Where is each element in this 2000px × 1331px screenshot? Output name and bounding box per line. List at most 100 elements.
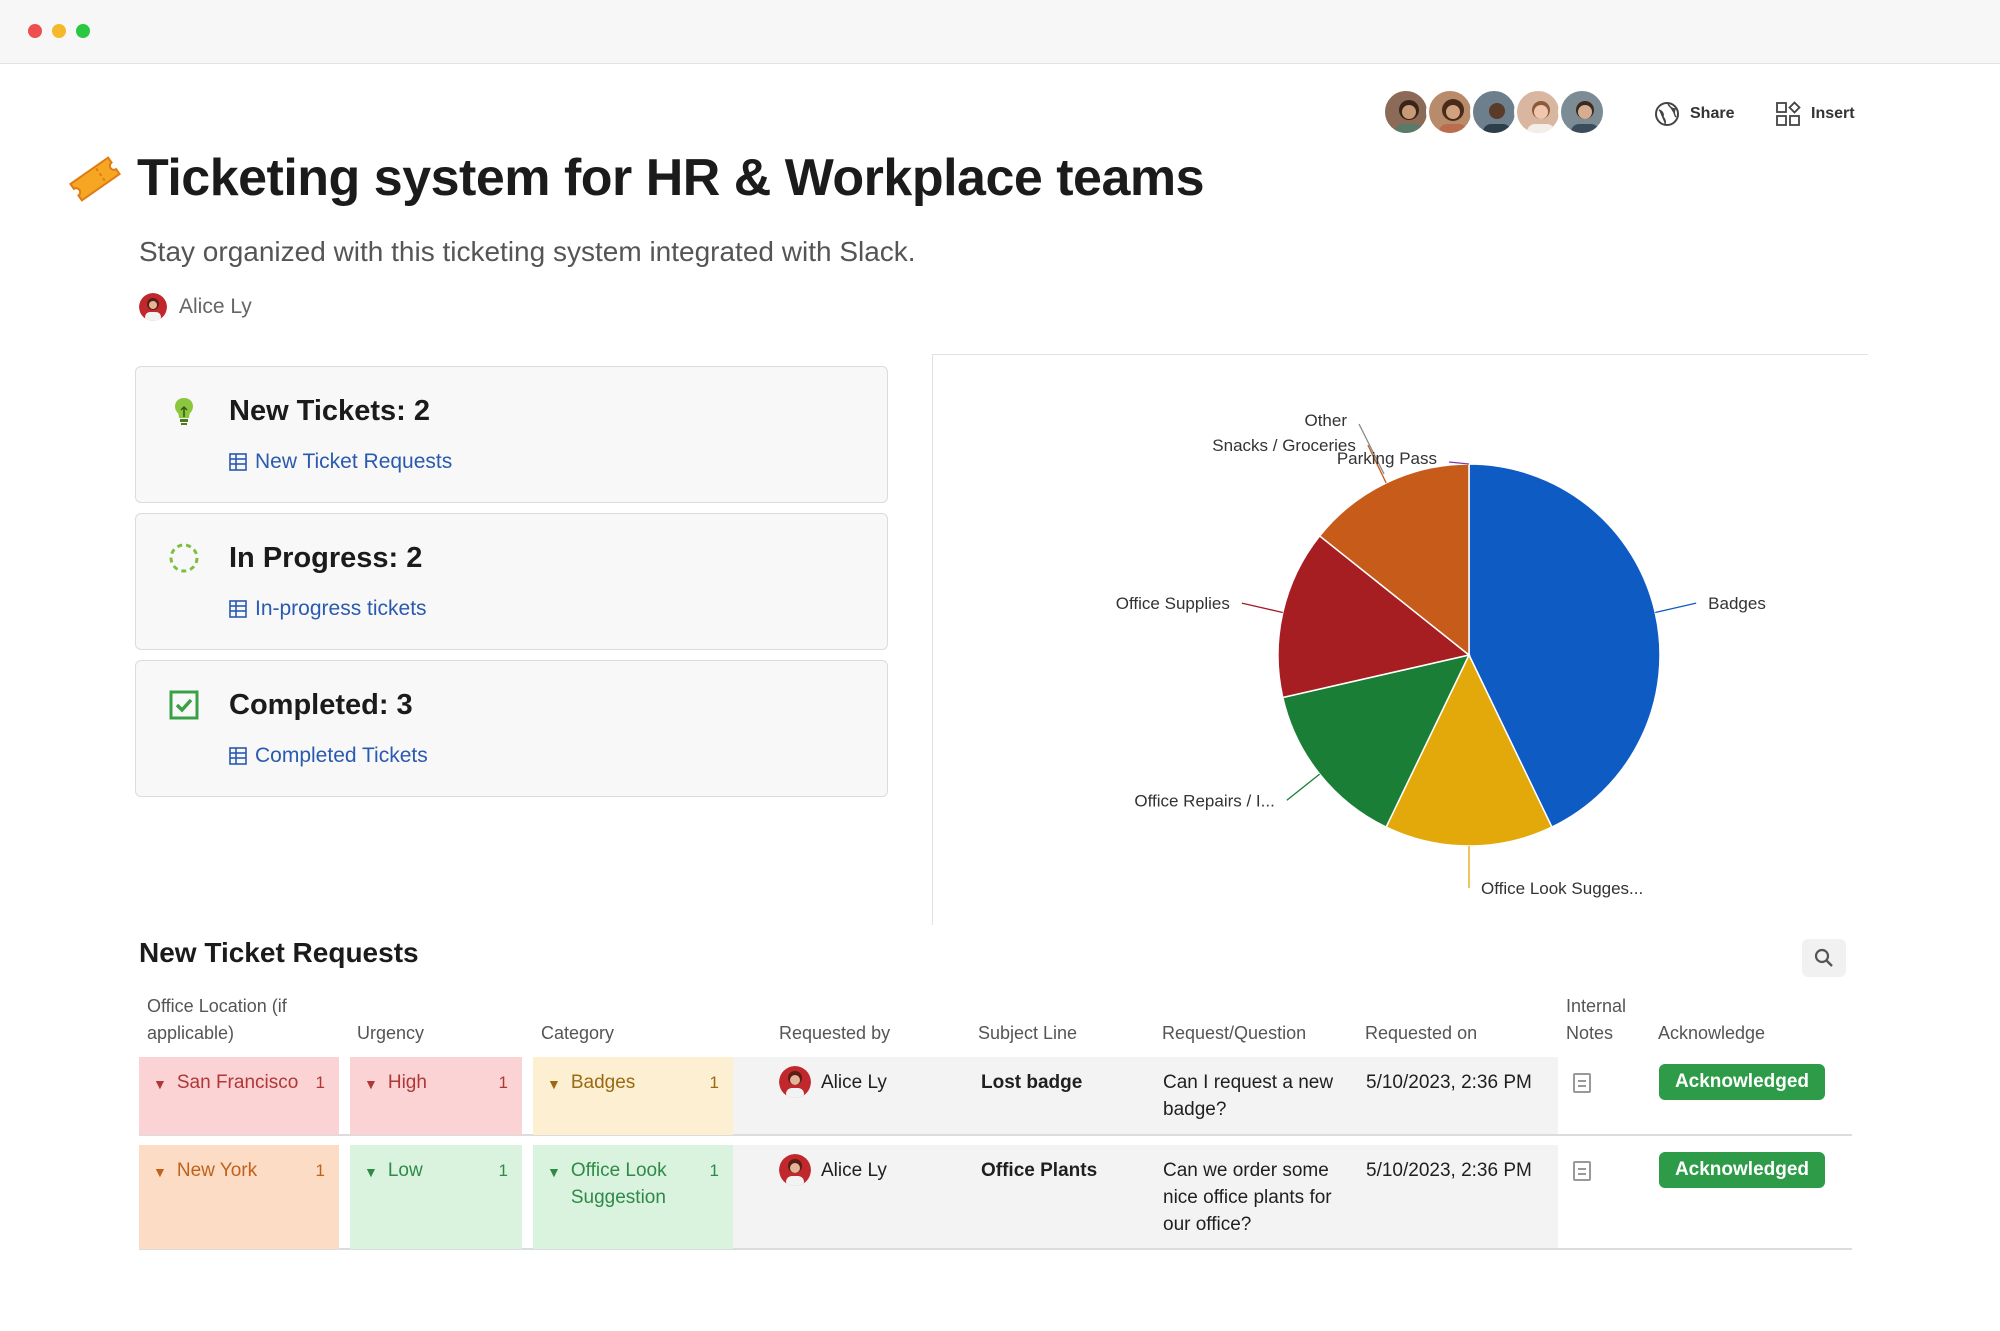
category-count: 1 (709, 1073, 719, 1092)
checkbox-checked-icon (169, 690, 199, 720)
urgency-select-cell[interactable]: ▼ Low 1 (350, 1145, 522, 1249)
subject-cell[interactable]: Office Plants (965, 1145, 1145, 1184)
requested-on-cell: 5/10/2023, 2:36 PM (1366, 1072, 1532, 1093)
table-search-button[interactable] (1802, 939, 1846, 977)
author-avatar (139, 293, 167, 321)
pie-leader-line (1286, 773, 1321, 801)
in-progress-tickets-link[interactable]: In-progress tickets (229, 597, 427, 621)
pie-label: Parking Pass (1337, 449, 1437, 468)
avatar[interactable] (1470, 88, 1518, 136)
in-progress-card: In Progress: 2 In-progress tickets (135, 513, 888, 650)
card-title: In Progress: 2 (229, 542, 423, 574)
share-button[interactable]: Share (1654, 101, 1734, 127)
table-icon (229, 453, 247, 471)
category-select-cell[interactable]: ▼ Badges 1 (533, 1057, 733, 1135)
column-header-category[interactable]: Category (541, 1020, 614, 1047)
dropdown-triangle-icon: ▼ (153, 1164, 167, 1180)
share-label: Share (1690, 105, 1735, 122)
location-select-cell[interactable]: ▼ San Francisco 1 (139, 1057, 339, 1135)
column-header-subject[interactable]: Subject Line (978, 1020, 1077, 1047)
table-icon (229, 747, 247, 765)
insert-button[interactable]: Insert (1775, 101, 1855, 127)
avatar[interactable] (1558, 88, 1606, 136)
search-icon (1814, 948, 1833, 967)
urgency-select-cell[interactable]: ▼ High 1 (350, 1057, 522, 1135)
card-link-label: In-progress tickets (255, 597, 427, 620)
requester-name: Alice Ly (821, 1160, 887, 1181)
pie-label: Other (1304, 411, 1347, 430)
maximize-window-dot[interactable] (76, 24, 90, 38)
dropdown-triangle-icon: ▼ (547, 1164, 561, 1180)
close-window-dot[interactable] (28, 24, 42, 38)
notes-icon[interactable] (1573, 1073, 1591, 1093)
page-title: Ticketing system for HR & Workplace team… (137, 149, 1205, 207)
category-pie-chart-panel: Badges Office Look Sugges... Office Repair… (932, 354, 1868, 925)
card-title: Completed: 3 (229, 689, 413, 721)
completed-tickets-link[interactable]: Completed Tickets (229, 744, 428, 768)
requested-on-cell: 5/10/2023, 2:36 PM (1366, 1160, 1532, 1181)
new-ticket-requests-link[interactable]: New Ticket Requests (229, 450, 452, 474)
pie-leader-line (1241, 602, 1283, 614)
pie-label: Badges (1708, 594, 1766, 613)
column-header-internal-notes[interactable]: Internal Notes (1566, 993, 1636, 1047)
collaborator-avatars[interactable] (1382, 88, 1612, 140)
subject-cell[interactable]: Lost badge (965, 1057, 1145, 1096)
requester-avatar (779, 1154, 811, 1186)
avatar[interactable] (1426, 88, 1474, 136)
avatar[interactable] (1514, 88, 1562, 136)
location-count: 1 (315, 1073, 325, 1092)
column-header-request[interactable]: Request/Question (1162, 1020, 1306, 1047)
table-title: New Ticket Requests (139, 937, 419, 968)
requested-by-cell[interactable]: Alice Ly (765, 1145, 965, 1186)
card-link-label: New Ticket Requests (255, 450, 453, 473)
window-titlebar (0, 0, 2000, 64)
avatar[interactable] (1382, 88, 1430, 136)
category-pie-chart: Badges Office Look Sugges... Office Repair… (1116, 411, 1766, 898)
category-count: 1 (709, 1161, 719, 1180)
progress-spinner-icon (169, 543, 199, 573)
dropdown-triangle-icon: ▼ (364, 1164, 378, 1180)
location-value: New York (176, 1160, 258, 1181)
pie-label: Office Look Sugges... (1481, 879, 1643, 898)
card-title: New Tickets: 2 (229, 395, 430, 427)
column-header-location[interactable]: Office Location (if applicable) (147, 993, 327, 1047)
requested-by-cell[interactable]: Alice Ly (765, 1057, 965, 1098)
category-value: Badges (570, 1072, 636, 1093)
pie-leader-line (1655, 602, 1697, 614)
urgency-count: 1 (498, 1161, 508, 1180)
column-header-acknowledge[interactable]: Acknowledge (1658, 1020, 1765, 1047)
new-tickets-card: New Tickets: 2 New Ticket Requests (135, 366, 888, 503)
card-link-label: Completed Tickets (255, 744, 428, 767)
author-name: Alice Ly (179, 295, 252, 318)
location-value: San Francisco (176, 1072, 299, 1093)
column-header-requested-by[interactable]: Requested by (779, 1020, 890, 1047)
lightbulb-icon (175, 398, 193, 425)
location-select-cell[interactable]: ▼ New York 1 (139, 1145, 339, 1249)
category-value: Office Look Suggestion (570, 1160, 667, 1208)
table-icon (229, 600, 247, 618)
insert-blocks-icon (1776, 101, 1801, 126)
column-header-requested-on[interactable]: Requested on (1365, 1020, 1477, 1047)
location-count: 1 (315, 1161, 325, 1180)
requester-name: Alice Ly (821, 1072, 887, 1093)
ticket-icon (69, 156, 121, 202)
pie-label: Snacks / Groceries (1212, 436, 1356, 455)
category-select-cell[interactable]: ▼ Office Look Suggestion 1 (533, 1145, 733, 1249)
urgency-value: High (387, 1072, 427, 1093)
acknowledge-button[interactable]: Acknowledged (1659, 1152, 1825, 1188)
globe-icon (1655, 102, 1679, 126)
pie-label: Office Supplies (1116, 594, 1230, 613)
completed-card: Completed: 3 Completed Tickets (135, 660, 888, 797)
request-question-cell[interactable]: Can we order some nice office plants for… (1147, 1145, 1352, 1238)
urgency-value: Low (387, 1160, 423, 1181)
request-question-cell[interactable]: Can I request a new badge? (1147, 1057, 1352, 1123)
notes-icon[interactable] (1573, 1161, 1591, 1181)
dropdown-triangle-icon: ▼ (364, 1076, 378, 1092)
column-header-urgency[interactable]: Urgency (357, 1020, 424, 1047)
minimize-window-dot[interactable] (52, 24, 66, 38)
dropdown-triangle-icon: ▼ (547, 1076, 561, 1092)
urgency-count: 1 (498, 1073, 508, 1092)
author-byline[interactable]: Alice Ly (139, 293, 252, 321)
acknowledge-button[interactable]: Acknowledged (1659, 1064, 1825, 1100)
dropdown-triangle-icon: ▼ (153, 1076, 167, 1092)
